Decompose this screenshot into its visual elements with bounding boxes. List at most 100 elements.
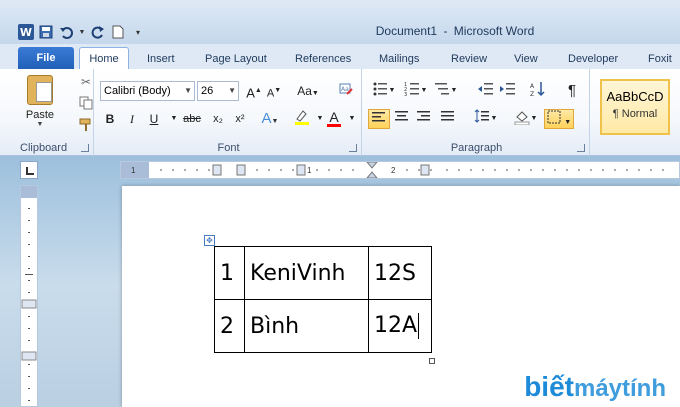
paragraph-group: ▼ 123 ▼ ▼ AZ ¶ ▼ ▼ ▼ Paragraph xyxy=(364,69,590,156)
tab-developer[interactable]: Developer xyxy=(562,48,624,70)
tab-view[interactable]: View xyxy=(508,48,544,70)
table-resize-handle-icon[interactable] xyxy=(429,358,435,364)
tab-selector[interactable] xyxy=(20,161,38,179)
tab-references[interactable]: References xyxy=(289,48,357,70)
sort-icon[interactable]: AZ xyxy=(528,81,548,101)
align-right-icon[interactable] xyxy=(414,109,434,129)
chevron-down-icon[interactable]: ▼ xyxy=(490,109,498,129)
clipboard-launcher-icon[interactable] xyxy=(81,144,89,152)
font-group-label: Font xyxy=(217,142,240,154)
vertical-ruler-ticks xyxy=(21,208,37,401)
ruler-label: 1 xyxy=(131,166,136,175)
svg-text:3: 3 xyxy=(404,92,407,97)
italic-button[interactable]: I xyxy=(122,109,142,129)
ruler-ticks xyxy=(160,162,664,178)
font-color-label: A xyxy=(329,109,339,125)
multilevel-list-icon[interactable] xyxy=(432,81,452,101)
text-effects-button[interactable]: A▼ xyxy=(260,109,280,129)
text-effects-label: A xyxy=(261,110,272,127)
font-group: Calibri (Body) ▼ 26 ▼ A▲ A▼ Aa▼ Aa B I U… xyxy=(96,69,362,156)
line-spacing-icon[interactable] xyxy=(472,109,492,129)
font-name-value: Calibri (Body) xyxy=(104,85,171,97)
change-case-label: Aa xyxy=(297,84,312,98)
font-size-combo[interactable]: 26 ▼ xyxy=(197,81,239,101)
chevron-down-icon[interactable]: ▼ xyxy=(530,109,538,129)
clipboard-group: Paste ▼ ✂ Clipboard xyxy=(14,69,94,156)
shading-icon[interactable] xyxy=(512,109,532,129)
shrink-font-button[interactable]: A▼ xyxy=(264,81,284,101)
vertical-ruler[interactable] xyxy=(20,185,38,407)
watermark-part2: máytính xyxy=(573,375,666,402)
format-painter-icon[interactable] xyxy=(78,118,94,134)
style-normal-name: ¶ Normal xyxy=(612,108,658,120)
highlight-button[interactable] xyxy=(292,109,312,129)
table-cell[interactable]: Bình xyxy=(244,299,369,353)
ruler-label: 1 xyxy=(307,166,312,175)
table-row: 2 Bình 12A xyxy=(214,299,432,353)
table-cell[interactable]: KeniVinh xyxy=(244,246,369,300)
table-row: 1 KeniVinh 12S xyxy=(214,246,432,300)
window-title: Document1 - Microsoft Word xyxy=(0,24,680,38)
text-cursor xyxy=(418,313,420,339)
bullets-icon[interactable] xyxy=(370,81,390,101)
copy-icon[interactable] xyxy=(78,96,94,112)
bold-button[interactable]: B xyxy=(100,109,120,129)
grow-font-label: A xyxy=(246,85,255,101)
tab-insert[interactable]: Insert xyxy=(141,48,181,70)
clear-formatting-icon[interactable]: Aa xyxy=(336,81,356,101)
paragraph-group-label: Paragraph xyxy=(450,142,503,154)
table-cell[interactable]: 2 xyxy=(214,299,245,353)
chevron-down-icon[interactable]: ▼ xyxy=(388,81,396,101)
tab-review[interactable]: Review xyxy=(445,48,493,70)
chevron-down-icon: ▼ xyxy=(184,86,192,95)
decrease-indent-icon[interactable] xyxy=(476,81,496,101)
clipboard-icon xyxy=(27,75,53,105)
borders-icon xyxy=(547,110,561,124)
style-normal[interactable]: AaBbCcD ¶ Normal xyxy=(600,79,670,135)
app-name: Microsoft Word xyxy=(453,24,535,38)
chevron-down-icon[interactable]: ▼ xyxy=(342,109,362,129)
document-table[interactable]: 1 KeniVinh 12S 2 Bình 12A xyxy=(214,246,432,353)
justify-icon[interactable] xyxy=(438,109,458,129)
table-cell[interactable]: 1 xyxy=(214,246,245,300)
font-color-button[interactable]: A xyxy=(324,107,344,127)
strikethrough-button[interactable]: abc xyxy=(180,109,204,129)
align-left-icon[interactable] xyxy=(368,109,390,129)
svg-text:A: A xyxy=(530,83,535,90)
cell-text: 12A xyxy=(374,313,418,338)
borders-button[interactable]: ▼ xyxy=(544,109,574,129)
tab-foxit[interactable]: Foxit R xyxy=(642,48,680,87)
paste-button[interactable]: Paste ▼ xyxy=(18,73,62,131)
chevron-down-icon[interactable]: ▼ xyxy=(420,81,428,101)
change-case-button[interactable]: Aa▼ xyxy=(294,81,322,101)
table-cell-active[interactable]: 12A xyxy=(368,299,432,353)
tab-home[interactable]: Home xyxy=(79,47,129,70)
document-name: Document1 xyxy=(375,24,438,38)
title-separator: - xyxy=(443,24,448,38)
align-center-icon[interactable] xyxy=(392,109,412,129)
table-cell[interactable]: 12S xyxy=(368,246,432,300)
paragraph-launcher-icon[interactable] xyxy=(577,144,585,152)
show-formatting-button[interactable]: ¶ xyxy=(562,81,582,101)
table-move-handle-icon[interactable]: ✥ xyxy=(204,235,215,246)
grow-font-button[interactable]: A▲ xyxy=(244,81,264,101)
underline-button[interactable]: U xyxy=(144,109,164,129)
superscript-button[interactable]: x² xyxy=(230,109,250,129)
numbering-icon[interactable]: 123 xyxy=(402,81,422,101)
watermark-logo: biếtmáytính xyxy=(524,371,666,403)
ruler-label: 2 xyxy=(391,166,396,175)
increase-indent-icon[interactable] xyxy=(498,81,518,101)
clipboard-tools: ✂ xyxy=(78,74,94,134)
tab-mailings[interactable]: Mailings xyxy=(373,48,425,70)
tab-file[interactable]: File xyxy=(18,47,74,70)
cut-icon[interactable]: ✂ xyxy=(78,74,94,90)
font-launcher-icon[interactable] xyxy=(349,144,357,152)
font-name-combo[interactable]: Calibri (Body) ▼ xyxy=(100,81,195,101)
chevron-down-icon: ▼ xyxy=(564,119,572,126)
svg-text:Z: Z xyxy=(530,91,534,97)
font-size-value: 26 xyxy=(201,85,214,97)
tab-page-layout[interactable]: Page Layout xyxy=(199,48,273,70)
horizontal-ruler[interactable]: 1 1 2 xyxy=(120,161,680,179)
chevron-down-icon[interactable]: ▼ xyxy=(450,81,458,101)
subscript-button[interactable]: x₂ xyxy=(208,109,228,129)
